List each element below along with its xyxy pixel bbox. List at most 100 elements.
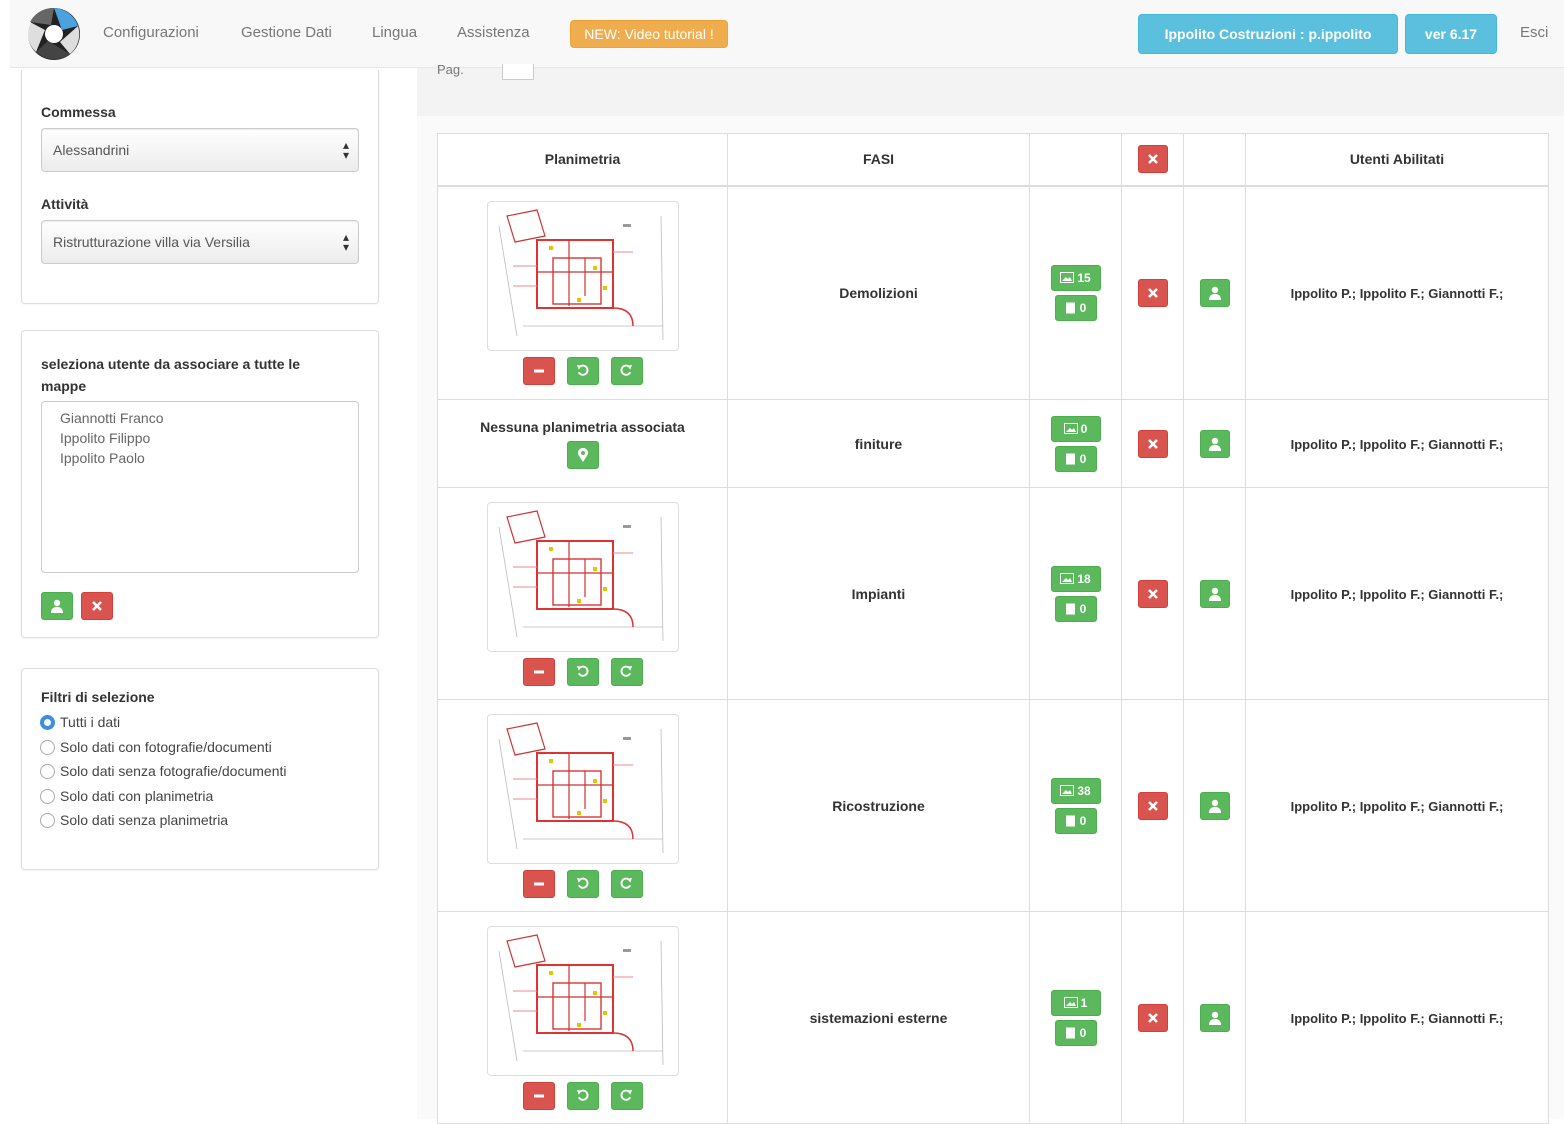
floor-plan-image — [492, 930, 673, 1071]
remove-plan-button[interactable] — [522, 869, 555, 898]
delete-phase-button[interactable] — [1137, 429, 1168, 458]
commessa-label: Commessa — [41, 104, 116, 120]
documents-count: 0 — [1079, 300, 1087, 315]
attivita-select[interactable]: Ristrutturazione villa via Versilia ▴ ▾ — [41, 220, 359, 264]
filter-with-plan[interactable]: Solo dati con planimetria — [40, 786, 213, 806]
table-row: Demolizioni 15 0 Ippolito P.; Ippolito F… — [437, 185, 1549, 400]
enabled-users: Ippolito P.; Ippolito F.; Giannotti F.; — [1290, 1010, 1504, 1026]
assign-user-button[interactable] — [41, 592, 73, 620]
counts-cell: 18 0 — [1029, 487, 1122, 700]
col-fasi: FASI — [727, 133, 1030, 187]
documents-button[interactable]: 0 — [1054, 595, 1097, 622]
radio-unselected[interactable] — [40, 812, 55, 828]
user-icon — [1208, 799, 1221, 813]
rotate-right-button[interactable] — [610, 1081, 643, 1110]
remove-plan-button[interactable] — [522, 356, 555, 385]
video-tutorial-button[interactable]: NEW: Video tutorial ! — [570, 20, 728, 48]
user-option[interactable]: Ippolito Filippo — [60, 428, 340, 448]
photos-button[interactable]: 18 — [1050, 565, 1101, 592]
plan-thumbnail[interactable] — [486, 501, 679, 652]
assign-plan-button[interactable] — [566, 440, 599, 469]
phase-cell: Demolizioni — [727, 185, 1030, 400]
filter-without-photos[interactable]: Solo dati senza fotografie/documenti — [40, 761, 286, 781]
version-button[interactable]: ver 6.17 — [1405, 14, 1497, 54]
documents-button[interactable]: 0 — [1054, 445, 1097, 472]
manage-users-button[interactable] — [1199, 579, 1230, 608]
rotate-left-button[interactable] — [566, 1081, 599, 1110]
user-icon — [1208, 437, 1221, 451]
radio-unselected[interactable] — [40, 739, 55, 755]
plan-thumbnail[interactable] — [486, 200, 679, 351]
nav-lingua[interactable]: Lingua — [372, 24, 417, 41]
user-cell — [1183, 911, 1246, 1124]
nav-configurazioni[interactable]: Configurazioni — [103, 24, 199, 41]
page-input[interactable] — [502, 64, 534, 80]
plan-actions — [438, 356, 727, 385]
plan-thumbnail[interactable] — [486, 925, 679, 1076]
user-option[interactable]: Ippolito Paolo — [60, 448, 340, 468]
delete-phase-button[interactable] — [1137, 278, 1168, 307]
delete-all-button[interactable] — [1137, 145, 1168, 174]
phase-cell: Impianti — [727, 487, 1030, 700]
rotate-left-icon — [576, 364, 589, 376]
phase-cell: Ricostruzione — [727, 699, 1030, 912]
filter-all[interactable]: Tutti i dati — [40, 712, 120, 732]
photos-button[interactable]: 38 — [1050, 777, 1101, 804]
plan-thumbnail[interactable] — [486, 713, 679, 864]
image-icon — [1060, 573, 1075, 584]
filter-label: Solo dati con fotografie/documenti — [60, 739, 272, 755]
logo[interactable] — [26, 6, 82, 62]
delete-phase-button[interactable] — [1137, 791, 1168, 820]
counts-cell: 0 0 — [1029, 399, 1122, 488]
rotate-right-button[interactable] — [610, 356, 643, 385]
plan-cell — [437, 699, 728, 912]
floor-plan-image — [492, 205, 673, 346]
enabled-users: Ippolito P.; Ippolito F.; Giannotti F.; — [1290, 798, 1504, 814]
delete-cell — [1121, 487, 1184, 700]
logout-link[interactable]: Esci — [1520, 24, 1548, 41]
manage-users-button[interactable] — [1199, 278, 1230, 307]
documents-count: 0 — [1079, 1025, 1087, 1040]
radio-unselected[interactable] — [40, 763, 55, 779]
rotate-left-button[interactable] — [566, 657, 599, 686]
user-button[interactable]: Ippolito Costruzioni : p.ippolito — [1138, 14, 1398, 54]
manage-users-button[interactable] — [1199, 1003, 1230, 1032]
image-icon — [1060, 272, 1075, 284]
manage-users-button[interactable] — [1199, 791, 1230, 820]
rotate-left-icon — [576, 877, 589, 889]
commessa-select[interactable]: Alessandrini ▴ ▾ — [41, 128, 359, 172]
phase-name: Impianti — [851, 585, 906, 602]
filter-without-plan[interactable]: Solo dati senza planimetria — [40, 810, 228, 830]
rotate-left-icon — [576, 1089, 589, 1101]
rotate-left-button[interactable] — [566, 869, 599, 898]
rotate-right-button[interactable] — [610, 657, 643, 686]
nav-gestione-dati[interactable]: Gestione Dati — [241, 24, 332, 41]
user-assign-label: seleziona utente da associare a tutte le… — [41, 356, 301, 394]
user-cell — [1183, 399, 1246, 488]
delete-phase-button[interactable] — [1137, 579, 1168, 608]
remove-user-button[interactable] — [81, 592, 113, 620]
rotate-left-button[interactable] — [566, 356, 599, 385]
photos-button[interactable]: 0 — [1050, 415, 1101, 442]
photos-button[interactable]: 1 — [1050, 989, 1101, 1016]
documents-button[interactable]: 0 — [1054, 294, 1097, 321]
rotate-right-button[interactable] — [610, 869, 643, 898]
documents-button[interactable]: 0 — [1054, 807, 1097, 834]
col-utenti: Utenti Abilitati — [1245, 133, 1549, 187]
photos-button[interactable]: 15 — [1050, 264, 1101, 291]
radio-unselected[interactable] — [40, 788, 55, 804]
manage-users-button[interactable] — [1199, 429, 1230, 458]
user-listbox[interactable]: Giannotti Franco Ippolito Filippo Ippoli… — [41, 401, 359, 573]
radio-selected[interactable] — [40, 714, 55, 730]
nav-assistenza[interactable]: Assistenza — [457, 24, 530, 41]
main-toolbar: Pag. — [417, 62, 1564, 116]
phase-name: Demolizioni — [839, 284, 918, 301]
filter-with-photos[interactable]: Solo dati con fotografie/documenti — [40, 737, 272, 757]
documents-button[interactable]: 0 — [1054, 1019, 1097, 1046]
user-option[interactable]: Giannotti Franco — [60, 408, 340, 428]
document-icon — [1065, 1027, 1075, 1038]
delete-phase-button[interactable] — [1137, 1003, 1168, 1032]
close-icon — [1147, 800, 1158, 811]
remove-plan-button[interactable] — [522, 657, 555, 686]
remove-plan-button[interactable] — [522, 1081, 555, 1110]
